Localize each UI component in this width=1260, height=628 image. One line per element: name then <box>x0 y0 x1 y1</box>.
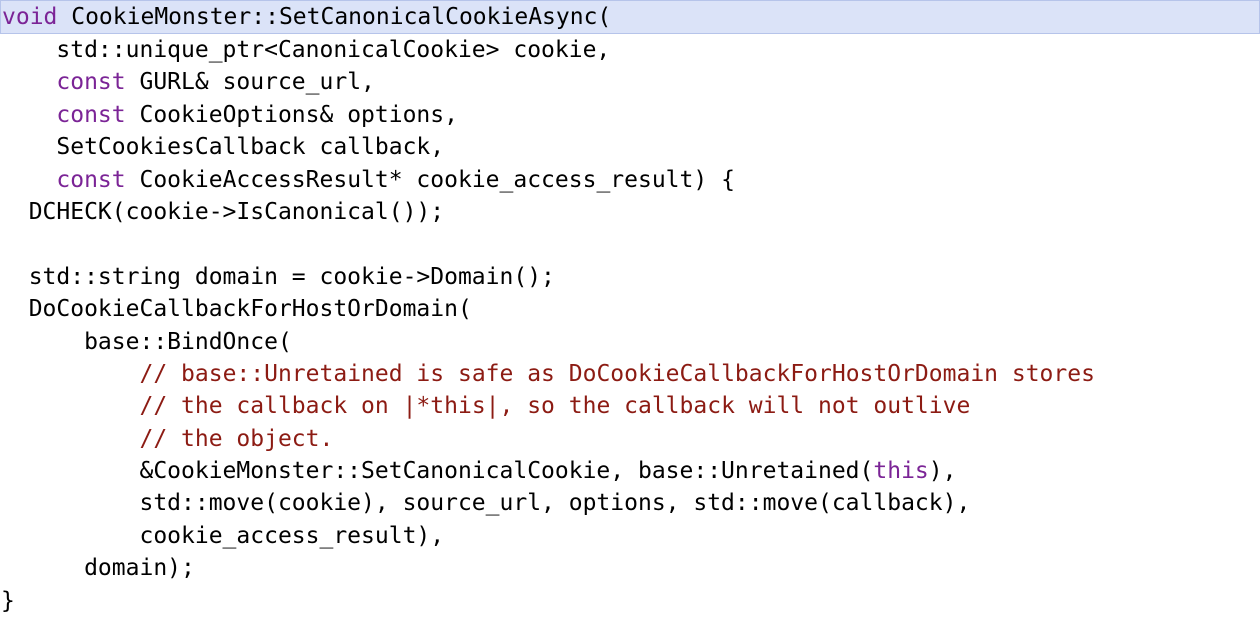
code-line: SetCookiesCallback callback, <box>0 131 1260 163</box>
code-token: &CookieMonster::SetCanonicalCookie, base… <box>1 458 874 485</box>
code-line: DCHECK(cookie->IsCanonical()); <box>0 196 1260 228</box>
code-token: CookieMonster::SetCanonicalCookieAsync( <box>57 4 612 30</box>
code-line: DoCookieCallbackForHostOrDomain( <box>0 293 1260 325</box>
keyword-token: const <box>56 166 126 193</box>
code-view: void CookieMonster::SetCanonicalCookieAs… <box>0 0 1260 628</box>
code-token: DCHECK(cookie->IsCanonical()); <box>1 198 445 225</box>
keyword-token: const <box>56 69 126 96</box>
code-line: std::move(cookie), source_url, options, … <box>0 487 1260 519</box>
code-token: CookieOptions& options, <box>125 101 458 128</box>
comment-token: // the callback on |*this|, so the callb… <box>139 393 971 420</box>
code-line: std::unique_ptr<CanonicalCookie> cookie, <box>0 34 1260 66</box>
code-line-highlighted: void CookieMonster::SetCanonicalCookieAs… <box>0 0 1260 34</box>
comment-token: // the object. <box>139 425 334 452</box>
code-line: const CookieAccessResult* cookie_access_… <box>0 164 1260 196</box>
code-token: cookie_access_result), <box>1 522 445 549</box>
code-line: const GURL& source_url, <box>0 66 1260 98</box>
code-line: const CookieOptions& options, <box>0 99 1260 131</box>
code-token: std::unique_ptr<CanonicalCookie> cookie, <box>1 37 611 63</box>
keyword-token: void <box>2 4 58 30</box>
code-token: std::move(cookie), source_url, options, … <box>1 490 971 517</box>
code-token: GURL& source_url, <box>125 69 375 96</box>
code-token: ), <box>928 458 957 485</box>
code-token: CookieAccessResult* cookie_access_result… <box>125 166 735 193</box>
code-line: // the callback on |*this|, so the callb… <box>0 390 1260 422</box>
code-line: domain); <box>0 552 1260 584</box>
code-line: std::string domain = cookie->Domain(); <box>0 261 1260 293</box>
code-line: // the object. <box>0 423 1260 455</box>
keyword-token: const <box>56 101 126 128</box>
code-line: base::BindOnce( <box>0 326 1260 358</box>
code-line: // base::Unretained is safe as DoCookieC… <box>0 358 1260 390</box>
code-line: cookie_access_result), <box>0 520 1260 552</box>
code-token: std::string domain = cookie->Domain(); <box>1 263 555 290</box>
code-token: base::BindOnce( <box>1 328 292 355</box>
code-token: domain); <box>1 555 195 582</box>
code-token: DoCookieCallbackForHostOrDomain( <box>1 296 472 323</box>
keyword-token: this <box>873 458 929 485</box>
code-line: &CookieMonster::SetCanonicalCookie, base… <box>0 455 1260 487</box>
comment-token: // base::Unretained is safe as DoCookieC… <box>139 360 1095 387</box>
code-token: } <box>1 587 15 614</box>
code-token: SetCookiesCallback callback, <box>1 134 445 161</box>
code-line: } <box>0 585 1260 617</box>
